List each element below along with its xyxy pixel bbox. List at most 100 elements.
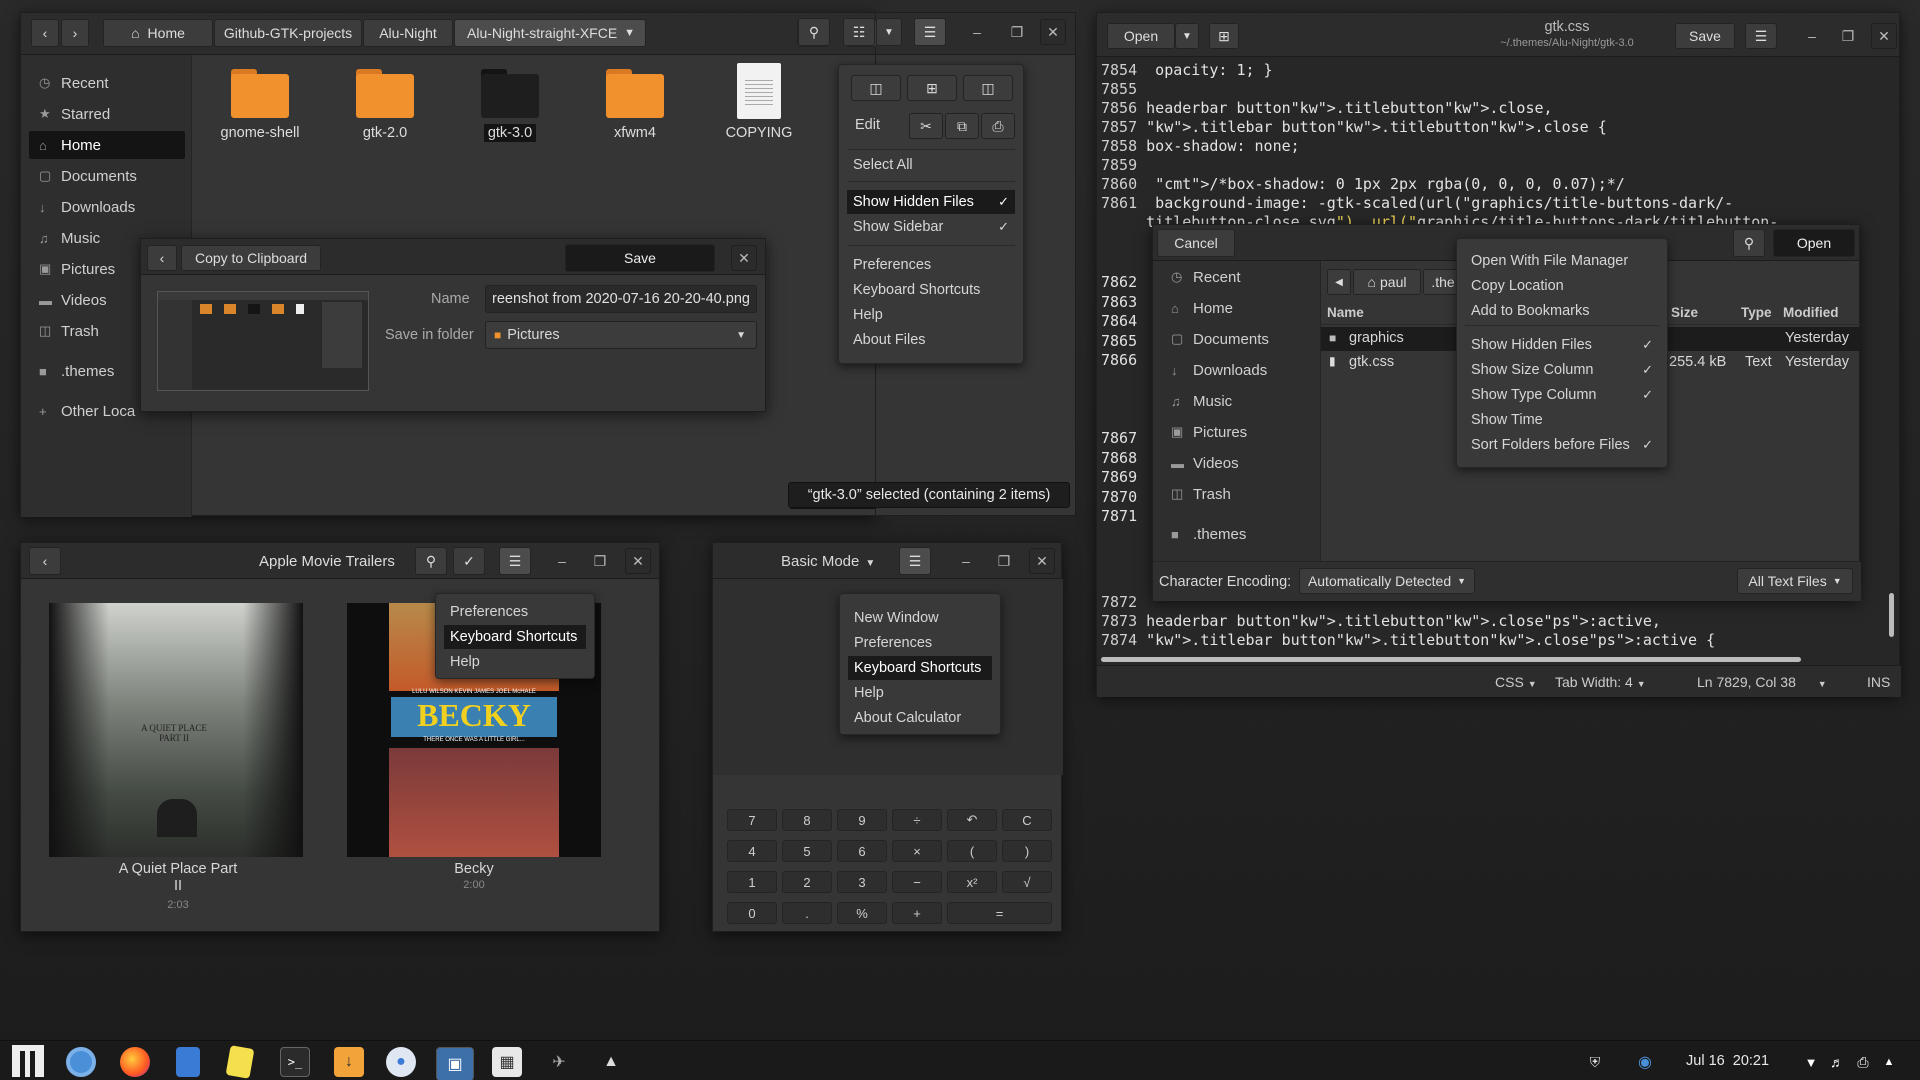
close-button[interactable]: ✕ [1029,548,1055,574]
code-line[interactable]: 7873 headerbar button"kw">.titlebutton"k… [1101,612,1661,631]
chrome-tray-icon[interactable]: ◉ [1630,1047,1660,1077]
menu-button[interactable]: ☰ [1745,23,1777,49]
terminal-icon[interactable]: >_ [280,1047,310,1077]
context-item[interactable]: Show Size Column ✓ [1465,358,1659,382]
language-selector[interactable]: CSS ▼ [1495,674,1537,690]
paste-button[interactable]: ⎙ [981,113,1015,139]
sidebar-item-home[interactable]: ⌂ Home [1161,294,1314,322]
search-button[interactable]: ⚲ [1733,229,1765,257]
path-segment-github[interactable]: Github-GTK-projects [214,19,362,47]
sidebar-item-documents[interactable]: ▢ Documents [1161,325,1314,353]
clock[interactable]: Jul 16 20:21 [1686,1053,1769,1069]
menu-item-preferences[interactable]: Preferences [444,600,586,624]
menu-item-about[interactable]: About Files [847,328,1015,352]
context-item[interactable]: Sort Folders before Files ✓ [1465,433,1659,457]
calc-key[interactable]: 1 [727,871,777,893]
calc-key[interactable]: = [947,902,1052,924]
code-line[interactable]: 7854 opacity: 1; } [1101,61,1273,80]
sidebar-item-recent[interactable]: ◷ Recent [29,69,185,97]
minimize-button[interactable]: – [953,548,979,574]
sidebar-item-downloads[interactable]: ↓ Downloads [1161,356,1314,384]
close-button[interactable]: ✕ [625,548,651,574]
calc-key[interactable]: − [892,871,942,893]
sidebar-item-starred[interactable]: ★ Starred [29,100,185,128]
vertical-scrollbar[interactable] [1889,593,1894,637]
code-line[interactable]: 7859 [1101,156,1146,175]
menu-item-select-all[interactable]: Select All [847,153,1015,177]
path-home[interactable]: ⌂ Home [103,19,213,47]
menu-item-keyboard-shortcuts[interactable]: Keyboard Shortcuts [847,278,1015,302]
copy-to-clipboard-button[interactable]: Copy to Clipboard [181,245,321,271]
sidebar-item-recent[interactable]: ◷ Recent [1161,263,1314,291]
close-button[interactable]: ✕ [1040,19,1066,45]
open-button[interactable]: Open [1773,229,1855,257]
context-item[interactable]: Add to Bookmarks [1465,299,1659,323]
calc-key[interactable]: 0 [727,902,777,924]
trailers-icon[interactable]: ✈ [544,1047,574,1077]
column-modified[interactable]: Modified [1783,305,1839,320]
start-menu-icon[interactable] [12,1045,44,1077]
search-button[interactable]: ⚲ [415,547,447,575]
calc-key[interactable]: 7 [727,809,777,831]
calc-key[interactable]: × [892,840,942,862]
calc-key[interactable]: . [782,902,832,924]
close-button[interactable]: ✕ [731,245,757,271]
sidebar-item-pictures[interactable]: ▣ Pictures [1161,418,1314,446]
chat-icon[interactable]: ● [386,1047,416,1077]
calc-key[interactable]: 2 [782,871,832,893]
calc-key[interactable]: ) [1002,840,1052,862]
sidebar-item-trash[interactable]: ◫ Trash [1161,480,1314,508]
horizontal-scrollbar[interactable] [1101,657,1801,662]
files-icon[interactable] [176,1047,200,1077]
maximize-button[interactable]: ❐ [1004,19,1030,45]
open-recent-button[interactable]: ▼ [1175,23,1199,49]
folder-item-xfwm4[interactable] [606,65,670,118]
chevron-up-icon[interactable]: ▲ [1874,1047,1904,1077]
firefox-icon[interactable] [120,1047,150,1077]
menu-item-show-sidebar[interactable]: Show Sidebar ✓ [847,215,1015,239]
calc-key[interactable]: ÷ [892,809,942,831]
save-button[interactable]: Save [1675,23,1735,49]
chromium-icon[interactable] [66,1047,96,1077]
column-size[interactable]: Size [1671,305,1698,320]
code-area-bottom[interactable]: 7872 7873 headerbar button"kw">.titlebut… [1097,593,1897,653]
menu-button[interactable]: ☰ [914,18,946,46]
sidebar-item-music[interactable]: ♫ Music [1161,387,1314,415]
code-line[interactable]: 7861 background-image: -gtk-scaled(url("… [1101,194,1733,213]
path-segment-current[interactable]: Alu-Night-straight-XFCE ▼ [454,19,646,47]
menu-item-help[interactable]: Help [847,303,1015,327]
calc-key[interactable]: ( [947,840,997,862]
menu-item-help[interactable]: Help [444,650,586,674]
copy-button[interactable]: ⧉ [945,113,979,139]
calc-key[interactable]: + [892,902,942,924]
context-item[interactable]: Open With File Manager [1465,249,1659,273]
minimize-button[interactable]: – [1799,23,1825,49]
sidebar-item-themes[interactable]: ■ .themes [1161,520,1314,548]
menu-item-preferences[interactable]: Preferences [847,253,1015,277]
sidebar-item-documents[interactable]: ▢ Documents [29,162,185,190]
menu-button[interactable]: ☰ [899,547,931,575]
new-tab-button[interactable]: ⊞ [1209,23,1239,49]
calc-key[interactable]: % [837,902,887,924]
maximize-button[interactable]: ❐ [587,548,613,574]
filename-input[interactable]: reenshot from 2020-07-16 20-20-40.png [485,285,757,313]
inkscape-icon[interactable]: ▲ [596,1047,626,1077]
calc-key[interactable]: 9 [837,809,887,831]
path-segment-alu-night[interactable]: Alu-Night [363,19,453,47]
new-folder-button[interactable]: ◫ [963,75,1013,101]
folder-select[interactable]: ■ Pictures ▼ [485,321,757,349]
path-home-button[interactable]: ⌂ paul [1353,269,1421,295]
back-button[interactable]: ‹ [147,245,177,271]
select-button[interactable]: ✓ [453,547,485,575]
code-line[interactable]: 7872 [1101,593,1146,612]
screenshot-icon[interactable]: ▣ [436,1047,474,1080]
new-tab-button[interactable]: ⊞ [907,75,957,101]
new-window-button[interactable]: ◫ [851,75,901,101]
sidebar-item-videos[interactable]: ▬ Videos [1161,449,1314,477]
path-back-button[interactable]: ◀ [1327,269,1351,295]
notes-icon[interactable] [225,1045,255,1079]
calc-key[interactable]: 5 [782,840,832,862]
menu-item-about[interactable]: About Calculator [848,706,992,730]
calc-key[interactable]: ↶ [947,809,997,831]
cursor-position[interactable]: Ln 7829, Col 38 ▼ [1697,674,1827,690]
